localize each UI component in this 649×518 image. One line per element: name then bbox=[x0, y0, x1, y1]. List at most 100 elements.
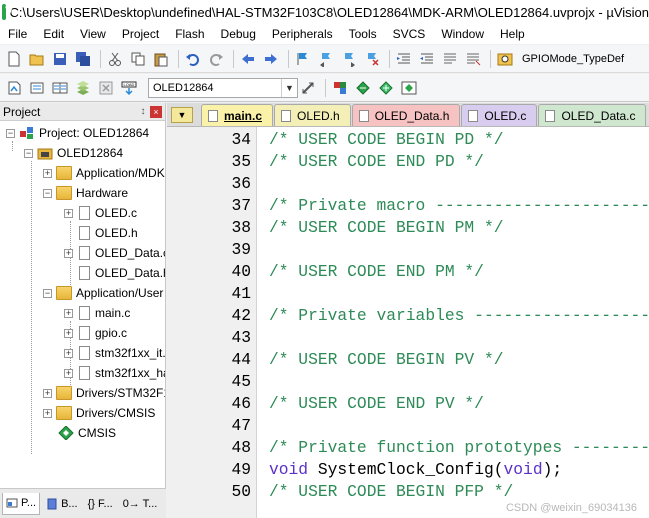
tab-templates[interactable]: 0→ T... bbox=[119, 493, 162, 515]
chevron-down-icon[interactable]: ▼ bbox=[281, 78, 297, 97]
cut-icon[interactable] bbox=[105, 49, 125, 69]
code-line[interactable]: 41 bbox=[167, 283, 649, 305]
menu-flash[interactable]: Flash bbox=[167, 24, 212, 44]
open-folder-icon[interactable] bbox=[27, 49, 47, 69]
save-icon[interactable] bbox=[50, 49, 70, 69]
code-line[interactable]: 36 bbox=[167, 173, 649, 195]
code-line[interactable]: 46 /* USER CODE END PV */ bbox=[167, 393, 649, 415]
batch-build-icon[interactable] bbox=[73, 78, 93, 98]
tab-functions[interactable]: {} F... bbox=[84, 493, 117, 515]
navigate-forward-icon[interactable] bbox=[261, 49, 281, 69]
tree-node-target[interactable]: − OLED12864 bbox=[24, 143, 123, 163]
tree-node-file[interactable]: + main.c bbox=[64, 303, 130, 323]
menu-peripherals[interactable]: Peripherals bbox=[264, 24, 341, 44]
tab-oled-data-c[interactable]: OLED_Data.c bbox=[538, 104, 647, 126]
redo-icon[interactable] bbox=[206, 49, 226, 69]
find-combo-value[interactable]: GPIOMode_TypeDef bbox=[522, 53, 624, 65]
collapse-icon[interactable]: − bbox=[24, 148, 33, 158]
stop-build-icon[interactable] bbox=[96, 78, 116, 98]
tab-list-icon[interactable]: ▼ bbox=[171, 107, 193, 123]
code-line[interactable]: 49 void SystemClock_Config(void); bbox=[167, 459, 649, 481]
code-line[interactable]: 34 /* USER CODE BEGIN PD */ bbox=[167, 129, 649, 151]
copy-icon[interactable] bbox=[128, 49, 148, 69]
collapse-icon[interactable]: − bbox=[6, 128, 15, 138]
undo-icon[interactable] bbox=[183, 49, 203, 69]
select-packs-icon[interactable] bbox=[376, 78, 396, 98]
menu-tools[interactable]: Tools bbox=[341, 24, 385, 44]
code-line[interactable]: 50 /* USER CODE BEGIN PFP */ bbox=[167, 481, 649, 503]
paste-icon[interactable] bbox=[151, 49, 171, 69]
code-line[interactable]: 47 bbox=[167, 415, 649, 437]
code-line[interactable]: 40 /* USER CODE END PM */ bbox=[167, 261, 649, 283]
menu-view[interactable]: View bbox=[72, 24, 114, 44]
code-line[interactable]: 42 /* Private variables -----------------… bbox=[167, 305, 649, 327]
uncomment-icon[interactable] bbox=[463, 49, 483, 69]
tab-books[interactable]: B... bbox=[42, 493, 82, 515]
menu-help[interactable]: Help bbox=[492, 24, 533, 44]
tab-oled-h[interactable]: OLED.h bbox=[274, 104, 351, 126]
tree-node-file[interactable]: + stm32f1xx_hal_msp.c bbox=[64, 363, 165, 383]
bookmark-icon[interactable] bbox=[293, 49, 313, 69]
menu-file[interactable]: File bbox=[0, 24, 35, 44]
tree-node-component[interactable]: CMSIS bbox=[58, 423, 116, 443]
tree-node-file[interactable]: OLED_Data.h bbox=[77, 263, 165, 283]
clear-bookmarks-icon[interactable] bbox=[362, 49, 382, 69]
rebuild-icon[interactable] bbox=[50, 78, 70, 98]
manage-rte-icon[interactable] bbox=[353, 78, 373, 98]
file-extensions-icon[interactable] bbox=[330, 78, 350, 98]
tab-oled-data-h[interactable]: OLED_Data.h bbox=[351, 104, 461, 126]
tree-node-file[interactable]: + stm32f1xx_it.c bbox=[64, 343, 165, 363]
menu-window[interactable]: Window bbox=[433, 24, 492, 44]
tab-project[interactable]: P... bbox=[2, 492, 41, 515]
comment-icon[interactable] bbox=[440, 49, 460, 69]
tab-oled-c[interactable]: OLED.c bbox=[461, 104, 538, 126]
expand-icon[interactable]: + bbox=[43, 408, 52, 418]
indent-icon[interactable] bbox=[394, 49, 414, 69]
unindent-icon[interactable] bbox=[417, 49, 437, 69]
tree-node-project[interactable]: − Project: OLED12864 bbox=[6, 123, 149, 143]
tree-node-group[interactable]: − Application/User bbox=[43, 283, 163, 303]
code-line[interactable]: 45 bbox=[167, 371, 649, 393]
tree-node-file[interactable]: + OLED.c bbox=[64, 203, 137, 223]
save-all-icon[interactable] bbox=[73, 49, 93, 69]
find-in-files-icon[interactable] bbox=[495, 49, 515, 69]
target-options-icon[interactable] bbox=[298, 78, 318, 98]
code-line[interactable]: 35 /* USER CODE END PD */ bbox=[167, 151, 649, 173]
code-line[interactable]: 38 /* USER CODE BEGIN PM */ bbox=[167, 217, 649, 239]
build-icon[interactable] bbox=[27, 78, 47, 98]
menu-svcs[interactable]: SVCS bbox=[385, 24, 434, 44]
next-bookmark-icon[interactable] bbox=[339, 49, 359, 69]
code-line[interactable]: 37 /* Private macro ---------------------… bbox=[167, 195, 649, 217]
code-line[interactable]: 48 /* Private function prototypes -------… bbox=[167, 437, 649, 459]
expand-icon[interactable]: + bbox=[43, 388, 52, 398]
navigate-back-icon[interactable] bbox=[238, 49, 258, 69]
expand-icon[interactable]: + bbox=[43, 168, 52, 178]
tree-node-file[interactable]: + OLED_Data.c bbox=[64, 243, 165, 263]
prev-bookmark-icon[interactable] bbox=[316, 49, 336, 69]
menu-edit[interactable]: Edit bbox=[35, 24, 72, 44]
expand-icon[interactable]: + bbox=[64, 368, 73, 378]
expand-icon[interactable]: + bbox=[64, 248, 73, 258]
collapse-icon[interactable]: − bbox=[43, 288, 52, 298]
tree-node-file[interactable]: OLED.h bbox=[77, 223, 138, 243]
menu-debug[interactable]: Debug bbox=[213, 24, 264, 44]
close-icon[interactable]: × bbox=[150, 105, 162, 118]
expand-icon[interactable]: + bbox=[64, 348, 73, 358]
code-line[interactable]: 39 bbox=[167, 239, 649, 261]
tree-node-group[interactable]: + Application/MDK-ARM bbox=[43, 163, 165, 183]
code-line[interactable]: 44 /* USER CODE BEGIN PV */ bbox=[167, 349, 649, 371]
pin-icon[interactable]: ↕ bbox=[136, 106, 150, 117]
tree-node-group[interactable]: − Hardware bbox=[43, 183, 128, 203]
expand-icon[interactable]: + bbox=[64, 308, 73, 318]
expand-icon[interactable]: + bbox=[64, 208, 73, 218]
tree-node-group[interactable]: + Drivers/CMSIS bbox=[43, 403, 155, 423]
tree-node-group[interactable]: + Drivers/STM32F1xx_HAL_Driver bbox=[43, 383, 165, 403]
translate-icon[interactable] bbox=[4, 78, 24, 98]
expand-icon[interactable]: + bbox=[64, 328, 73, 338]
code-line[interactable]: 43 bbox=[167, 327, 649, 349]
pack-installer-icon[interactable] bbox=[399, 78, 419, 98]
code-editor[interactable]: 34 /* USER CODE BEGIN PD */ 35 /* USER COD… bbox=[167, 127, 649, 518]
collapse-icon[interactable]: − bbox=[43, 188, 52, 198]
tree-node-file[interactable]: + gpio.c bbox=[64, 323, 127, 343]
tab-main-c[interactable]: main.c bbox=[201, 104, 274, 126]
